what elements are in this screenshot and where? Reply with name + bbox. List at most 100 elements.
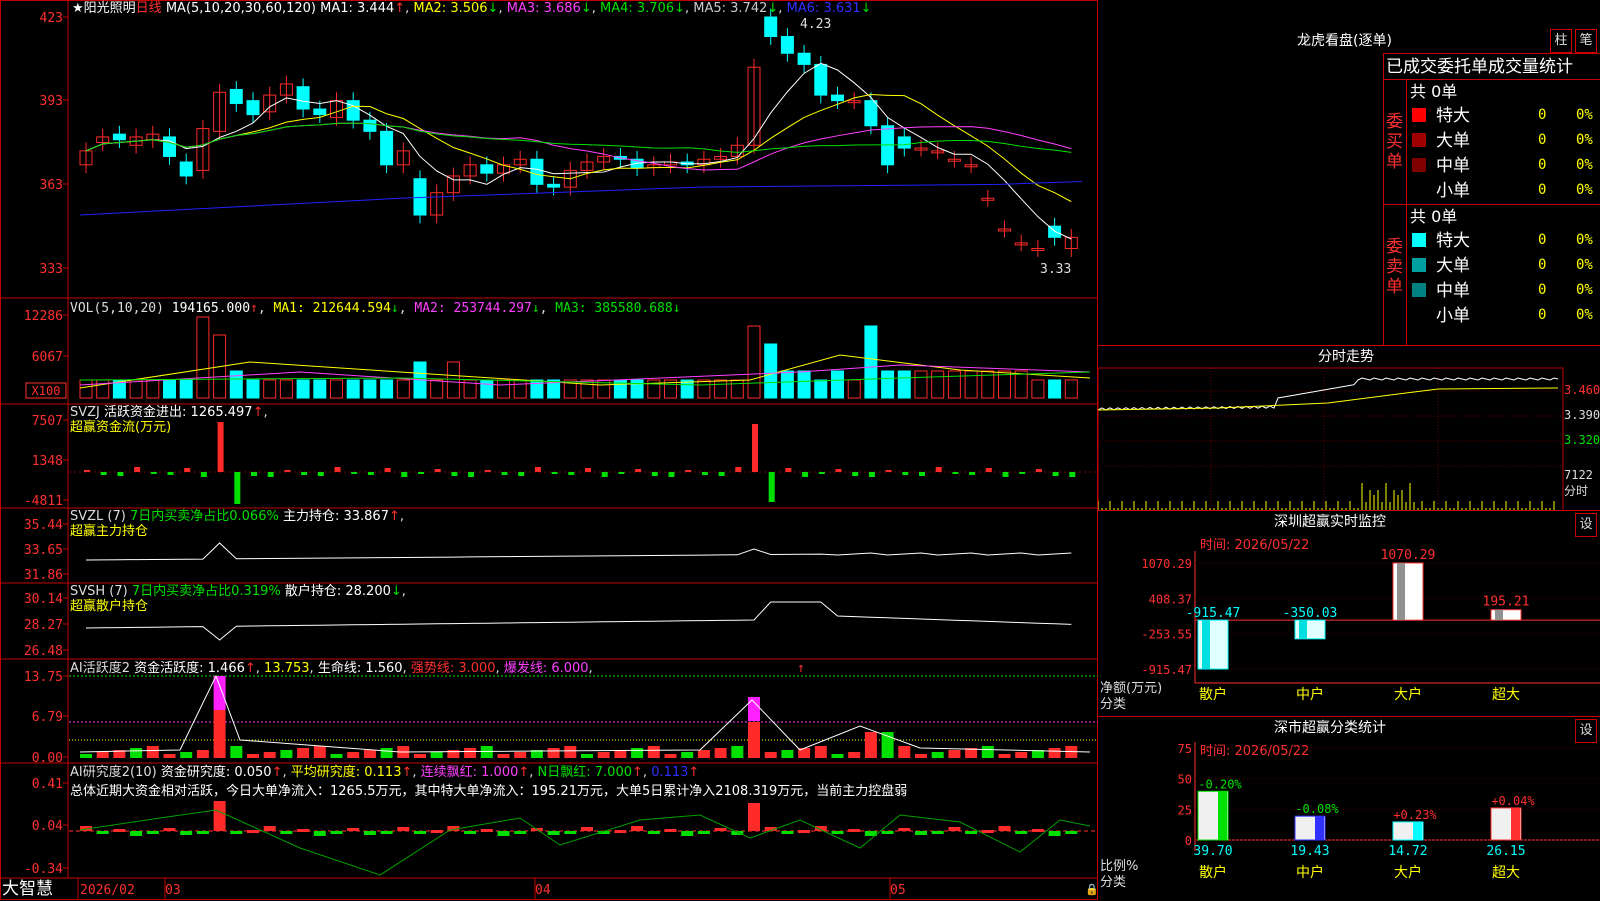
order-row-value: 0 [1538, 157, 1547, 173]
volume-bar [430, 379, 444, 399]
volume-bar [346, 379, 360, 399]
ai2-title: AI研究度2(10) [70, 765, 157, 780]
stock-name[interactable]: 阳光照明 [84, 1, 136, 16]
volume-bar [363, 379, 377, 399]
order-row-percent: 0% [1576, 157, 1593, 173]
sz-monitor-ylabel: 净额(万元) [1100, 681, 1163, 696]
ai2-bar [130, 831, 143, 836]
sz-class-delta: -0.08% [1295, 802, 1339, 816]
ai2-bar [330, 831, 343, 834]
brand-logo[interactable]: 大智慧 [2, 880, 53, 899]
ai1-bar [1015, 752, 1028, 758]
ai1-strong-line: 强势线: 3.000 [410, 661, 496, 676]
order-row: 特大 0 0% [1408, 229, 1600, 251]
ai1-bar [464, 748, 477, 758]
ma6-value: MA6: 3.631 [786, 1, 861, 16]
sz-monitor-bar-label: 195.21 [1483, 595, 1530, 610]
svzj-bar [334, 467, 341, 472]
ai1-bar [581, 754, 593, 758]
order-row-percent: 0% [1576, 282, 1593, 298]
svzj-bar [818, 472, 825, 474]
order-stat-table: 已成交委托单成交量统计 委买单 委卖单 共 0单 共 0单 特大 0 0% 大单 0 0%… [1383, 53, 1600, 346]
svzj-bar [785, 468, 792, 472]
sz-monitor-bar-label: -350.03 [1283, 606, 1338, 621]
svzj-bar [1069, 472, 1076, 477]
volume-bar [96, 379, 110, 399]
svzj-bar [685, 470, 692, 472]
volume-bar [446, 361, 460, 399]
svzl-ytick-2: 33.65 [24, 543, 63, 558]
ai1-bar [697, 750, 710, 758]
ai2-bar [1048, 831, 1061, 836]
sz-class-ytick: 25 [1178, 803, 1192, 817]
ai1-bar [1048, 748, 1061, 758]
intraday-price-line [1098, 377, 1559, 411]
svzj-bar [1002, 472, 1009, 477]
sz-monitor-bar-shade [1299, 620, 1307, 639]
ai1-bar [848, 752, 861, 758]
buy-total: 共 0单 [1410, 82, 1458, 101]
ai2-bar [430, 830, 443, 833]
sz-class-ytick: 50 [1178, 773, 1192, 787]
candle-body [229, 89, 243, 104]
volume-bar [279, 379, 293, 399]
sz-class-category: 中户 [1296, 864, 1324, 881]
svzj-bar [585, 468, 591, 472]
svzj-bar [401, 472, 408, 477]
ai1-bar [330, 754, 343, 758]
tab-bar-mode[interactable]: 柱 [1550, 29, 1572, 53]
ai2-bar [297, 829, 310, 832]
svzj-bar [902, 472, 909, 475]
svzj-bar [952, 472, 959, 474]
candle-body [797, 52, 811, 65]
kline-ytick-363: 363 [40, 178, 63, 193]
tab-tick-mode[interactable]: 笔 [1575, 29, 1597, 53]
ai2-summary: 总体近期大资金相对活跃，今日大单净流入：1265.5万元，其中特大单净流入：19… [70, 784, 908, 799]
lock-icon[interactable]: 🔒 [1085, 882, 1099, 897]
intraday-panel[interactable]: 分时走势 3.460 3.390 3.320 7122 分时 [1098, 345, 1600, 511]
sz-class-delta: +0.04% [1491, 794, 1535, 808]
svzj-bar [84, 470, 90, 472]
high-price-label: 4.23 [800, 17, 831, 32]
ai2-bar [347, 828, 360, 831]
intraday-chart[interactable] [1098, 346, 1600, 511]
sz-monitor-chart: 1070.29 408.37 -253.55 -915.47 -915.47 散户 -350… [1141, 548, 1600, 703]
sz-class-bar-color [1413, 821, 1422, 840]
svzl-title: SVZL (7) [70, 509, 126, 524]
candle-body [246, 100, 260, 116]
period-label[interactable]: 日线 [136, 1, 162, 16]
ai2-bar [230, 831, 243, 834]
ai1-burst-line: 爆发线: 6.000 [503, 661, 589, 676]
ai2-bar [397, 827, 410, 831]
volume-bar [1064, 379, 1078, 399]
svzj-bar [768, 472, 775, 502]
candle-body [380, 130, 394, 166]
volume-bar [847, 379, 861, 399]
sz-class-bar-color [1218, 791, 1227, 840]
ma4-value: MA4: 3.706 [599, 1, 675, 16]
volume-bar [196, 316, 210, 399]
ai1-burst-bar [748, 697, 760, 721]
ai2-bar [247, 830, 259, 833]
svzj-bar [969, 472, 976, 475]
volume-bar [630, 379, 644, 399]
ai1-bar [80, 754, 92, 758]
sz-class-ytick: 0 [1185, 834, 1192, 848]
ai2-bar [480, 829, 493, 832]
vol-ma1: MA1: 212644.594 [273, 301, 391, 316]
volume-bar [747, 325, 761, 399]
main-chart-area[interactable]: 423 393 363 333 12286 6067 X100 7507 1348 -4811 35… [0, 0, 1099, 900]
intraday-frame [1098, 367, 1564, 511]
svzj-bar [1052, 472, 1059, 476]
ai2-bar [898, 828, 911, 831]
svzj-bar [802, 472, 809, 477]
svzj-bar [919, 472, 925, 476]
ai2-n-red: N日飘红: 7.000 [537, 765, 633, 780]
ai1-burst-bar [213, 676, 226, 710]
ai1-bar [430, 752, 443, 758]
volume-bar [1014, 370, 1028, 399]
order-row-percent: 0% [1576, 307, 1593, 323]
svzj-bar [668, 472, 675, 477]
ai2-bar [180, 831, 193, 835]
svsh-holding: 散户持仓: 28.200 [284, 584, 391, 599]
